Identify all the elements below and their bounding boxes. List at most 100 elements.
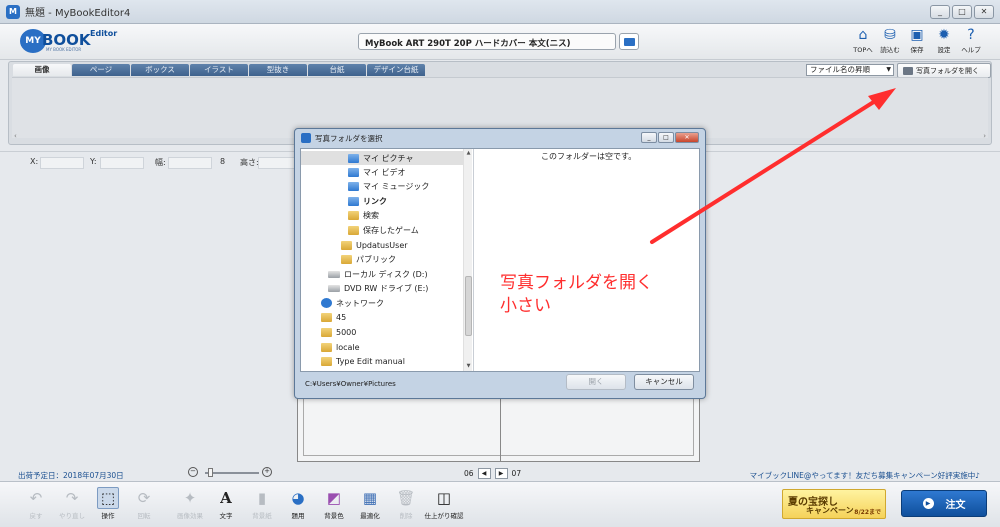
zoom-in-icon[interactable]: + — [262, 467, 272, 477]
tab-page[interactable]: ページ — [72, 64, 130, 76]
window-title: 無題 - MyBookEditor4 — [25, 8, 131, 19]
tab-cutout[interactable]: 型抜き — [249, 64, 307, 76]
tree-item-dvd-drive-e[interactable]: DVD RW ドライブ (E:) — [328, 281, 428, 295]
optimize-icon: ▦ — [362, 489, 378, 507]
x-field[interactable] — [40, 157, 84, 169]
tree-scroll-thumb[interactable] — [465, 276, 472, 336]
image-effect-button[interactable]: ✦ 画像効果 — [170, 487, 210, 520]
background-paper-button[interactable]: ▮ 背景紙 — [242, 487, 282, 520]
redo-button[interactable]: ↷ やり直し — [52, 487, 92, 520]
top-menu-load[interactable]: ⛁ 読込む — [879, 27, 901, 54]
zoom-out-icon[interactable]: − — [188, 467, 198, 477]
network-icon — [321, 298, 332, 308]
games-folder-icon — [348, 225, 359, 235]
tree-item-local-disk-d[interactable]: ローカル ディスク (D:) — [328, 267, 428, 281]
undo-button[interactable]: ↶ 戻す — [16, 487, 56, 520]
play-icon: ▶ — [922, 498, 934, 509]
operate-button[interactable]: ⬚ 操作 — [88, 487, 128, 520]
tree-item-type-edit-manual[interactable]: Type Edit manual — [321, 354, 405, 368]
delete-button[interactable]: 🗑 削除 — [386, 487, 426, 520]
load-icon: ⛁ — [884, 27, 896, 43]
tab-illust[interactable]: イラスト — [190, 64, 248, 76]
dialog-maximize-button[interactable]: □ — [658, 132, 674, 143]
dialog-minimize-button[interactable]: _ — [641, 132, 657, 143]
y-label: Y: — [90, 157, 97, 166]
tree-item-45[interactable]: 45 — [321, 310, 346, 324]
minimize-button[interactable]: _ — [930, 5, 950, 19]
tree-item-my-music[interactable]: マイ ミュージック — [348, 179, 429, 193]
top-menu-save[interactable]: ▣ 保存 — [906, 27, 928, 54]
top-menu-settings[interactable]: ✹ 設定 — [933, 27, 955, 54]
tree-item-search[interactable]: 検索 — [348, 208, 379, 222]
optimize-button[interactable]: ▦ 最適化 — [350, 487, 390, 520]
finish-preview-button[interactable]: ◫ 仕上がり確認 — [424, 487, 464, 520]
open-button[interactable]: 開く — [566, 374, 626, 390]
undo-icon: ↶ — [29, 489, 43, 507]
tab-design-mount[interactable]: デザイン台紙 — [367, 64, 425, 76]
save-icon: ▣ — [910, 27, 924, 43]
tree-item-links[interactable]: リンク — [348, 194, 387, 208]
top-menu-help[interactable]: ? ヘルプ — [960, 27, 982, 54]
help-icon: ? — [967, 27, 975, 43]
zoom-slider-thumb[interactable] — [208, 468, 213, 477]
folder-icon — [341, 240, 352, 250]
scroll-up-icon[interactable]: ▲ — [464, 149, 473, 158]
tab-image[interactable]: 画像 — [13, 64, 71, 76]
tree-item-public[interactable]: パブリック — [341, 252, 396, 266]
y-field[interactable] — [100, 157, 144, 169]
folder-tree[interactable]: マイ ピクチャ マイ ビデオ マイ ミュージック リンク 検索 保存したゲーム … — [301, 149, 474, 371]
tree-item-5000[interactable]: 5000 — [321, 325, 356, 339]
rotate-button[interactable]: ⟳ 回転 — [124, 487, 164, 520]
tree-item-updatususer[interactable]: UpdatusUser — [341, 238, 408, 252]
dialog-close-button[interactable]: ✕ — [675, 132, 699, 143]
sort-select[interactable]: ファイル名の昇順 ▼ — [806, 64, 894, 76]
dialog-body: マイ ピクチャ マイ ビデオ マイ ミュージック リンク 検索 保存したゲーム … — [300, 148, 700, 372]
empty-folder-message: このフォルダーは空です。 — [541, 152, 637, 161]
width-field[interactable] — [168, 157, 212, 169]
tree-item-my-pictures[interactable]: マイ ピクチャ — [301, 151, 464, 165]
top-menu-home[interactable]: ⌂ TOPへ — [852, 27, 874, 54]
globe-button[interactable]: ◕ 題用 — [278, 487, 318, 520]
page-navigator: 06 ◀ ▶ 07 — [464, 467, 521, 479]
open-photo-folder-button[interactable]: 写真フォルダを開く — [897, 63, 991, 78]
music-folder-icon — [348, 181, 359, 191]
folder-icon — [321, 356, 332, 366]
tree-item-my-videos[interactable]: マイ ビデオ — [348, 165, 406, 179]
page-right-number: 07 — [511, 468, 522, 478]
annotation-text: 写真フォルダを開く 小さい — [500, 273, 653, 316]
tree-item-network[interactable]: ネットワーク — [321, 296, 384, 310]
product-field[interactable]: MyBook ART 290T 20P ハードカバー 本文(ニス) — [358, 33, 616, 50]
scroll-down-icon[interactable]: ▼ — [464, 362, 473, 371]
folder-icon — [903, 66, 913, 75]
ship-date: 出荷予定日：2018年07月30日 — [18, 471, 124, 480]
text-button[interactable]: A 文字 — [206, 487, 246, 520]
order-button[interactable]: ▶ 注文 — [901, 490, 987, 517]
campaign-notice-link[interactable]: マイブックLINE@やってます！友だち募集キャンペーン好評実施中♪ — [750, 470, 980, 481]
gear-icon: ✹ — [938, 27, 950, 43]
tab-box[interactable]: ボックス — [131, 64, 189, 76]
tab-mount[interactable]: 台紙 — [308, 64, 366, 76]
book-select-button[interactable] — [619, 33, 639, 50]
app-header: MY BOOK Editor MY BOOK EDITOR MyBook ART… — [0, 24, 1000, 60]
prev-page-button[interactable]: ◀ — [477, 467, 491, 479]
folder-icon — [321, 312, 332, 322]
lock-icon[interactable]: 8 — [220, 157, 225, 166]
scroll-left-icon[interactable]: ‹ — [14, 132, 17, 140]
tree-item-locale[interactable]: locale — [321, 340, 360, 354]
cancel-button[interactable]: キャンセル — [634, 374, 694, 390]
zoom-control[interactable]: − + — [188, 467, 274, 479]
maximize-button[interactable]: □ — [952, 5, 972, 19]
background-color-button[interactable]: ◩ 背景色 — [314, 487, 354, 520]
close-button[interactable]: ✕ — [974, 5, 994, 19]
next-page-button[interactable]: ▶ — [494, 467, 508, 479]
chevron-down-icon: ▼ — [886, 66, 891, 73]
trash-icon: 🗑 — [396, 489, 416, 507]
tree-item-saved-games[interactable]: 保存したゲーム — [348, 223, 419, 237]
tree-scrollbar[interactable]: ▲ ▼ — [463, 149, 472, 371]
search-folder-icon — [348, 210, 359, 220]
summer-campaign-banner[interactable]: 夏の宝探し キャンペーン 8/22まで — [782, 489, 886, 519]
dvd-drive-icon — [328, 284, 340, 292]
scroll-right-icon[interactable]: › — [983, 132, 986, 140]
window-titlebar: M 無題 - MyBookEditor4 _ □ ✕ — [0, 0, 1000, 24]
height-label: 高さ: — [240, 158, 259, 167]
